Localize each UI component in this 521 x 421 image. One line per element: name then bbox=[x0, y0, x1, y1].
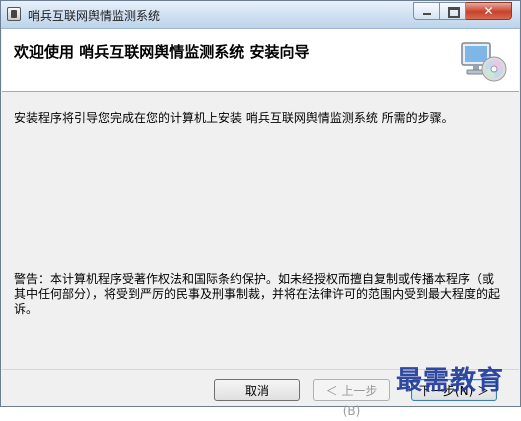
caption-buttons: ✕ bbox=[413, 2, 512, 20]
minimize-button[interactable] bbox=[413, 2, 440, 20]
close-icon: ✕ bbox=[483, 4, 494, 18]
back-button[interactable]: ＜ 上一步(B) bbox=[313, 379, 390, 418]
wizard-header: 欢迎使用 哨兵互联网舆情监测系统 安装向导 bbox=[2, 29, 519, 92]
copyright-warning: 警告：本计算机程序受著作权法和国际条约保护。如未经授权而擅自复制或传播本程序（或… bbox=[14, 272, 501, 316]
close-button[interactable]: ✕ bbox=[466, 2, 512, 20]
watermark: 最需教育 bbox=[396, 366, 505, 396]
setup-computer-icon bbox=[461, 42, 507, 82]
maximize-button[interactable] bbox=[440, 2, 466, 20]
installer-window: 哨兵互联网舆情监测系统 ✕ 欢迎使用 哨兵互联网舆情监测系统 安装向导 安装程序… bbox=[0, 0, 521, 418]
page-title: 欢迎使用 哨兵互联网舆情监测系统 安装向导 bbox=[14, 43, 310, 61]
title-bar[interactable]: 哨兵互联网舆情监测系统 ✕ bbox=[1, 1, 520, 29]
maximize-icon bbox=[448, 7, 460, 18]
intro-text: 安装程序将引导您完成在您的计算机上安装 哨兵互联网舆情监测系统 所需的步骤。 bbox=[14, 111, 454, 125]
minimize-icon bbox=[423, 13, 431, 15]
cancel-button[interactable]: 取消 bbox=[214, 379, 300, 401]
window-title: 哨兵互联网舆情监测系统 bbox=[28, 9, 161, 23]
wizard-body: 安装程序将引导您完成在您的计算机上安装 哨兵互联网舆情监测系统 所需的步骤。 警… bbox=[2, 92, 519, 368]
app-icon bbox=[7, 7, 21, 21]
